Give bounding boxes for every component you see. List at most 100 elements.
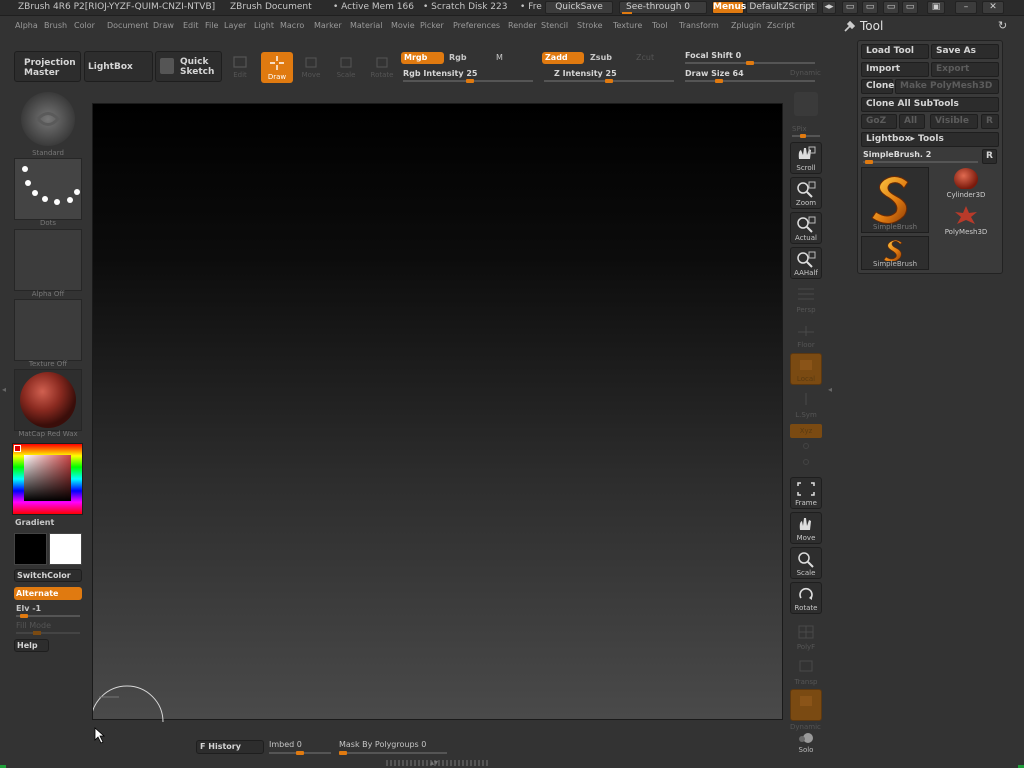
zsub-button[interactable]: Zsub [590,53,612,62]
mrgb-button[interactable]: Mrgb [401,52,444,64]
menu-item-draw[interactable]: Draw [153,21,174,30]
rotate-mode-button[interactable]: Rotate [368,55,396,81]
menu-item-document[interactable]: Document [107,21,148,30]
menu-item-brush[interactable]: Brush [44,21,67,30]
polyf-button[interactable]: PolyF [790,620,822,652]
alpha-thumbnail[interactable] [14,229,82,291]
focal-shift-knob[interactable] [746,61,754,65]
menu-item-render[interactable]: Render [508,21,536,30]
minimize-icon[interactable]: – [955,1,977,14]
right-tray-arrow-icon[interactable]: ◂ [828,385,832,394]
spix-slider[interactable] [792,135,820,137]
tool-slider[interactable] [863,161,978,163]
bpr-button[interactable] [790,90,822,118]
menu-item-tool[interactable]: Tool [652,21,668,30]
menu-item-alpha[interactable]: Alpha [15,21,38,30]
menu-item-file[interactable]: File [205,21,218,30]
color-picker[interactable] [12,443,83,515]
fill-mode-slider[interactable] [16,632,80,634]
arrow-left-right-icon[interactable]: ◂▸ [822,1,836,14]
menu-item-stroke[interactable]: Stroke [577,21,603,30]
all-button[interactable]: All [899,114,925,129]
m-button[interactable]: M [496,53,503,62]
default-zscript-button[interactable]: DefaultZScript [746,1,818,14]
lightbox-tools-button[interactable]: Lightbox▸ Tools [861,132,999,147]
draw-size-knob[interactable] [715,79,723,83]
menus-button[interactable]: Menus [712,1,746,14]
primary-color-swatch[interactable] [14,533,47,565]
lsym-button[interactable]: L.Sym [790,388,822,420]
menu-item-marker[interactable]: Marker [314,21,342,30]
scale-mode-button[interactable]: Scale [333,55,359,81]
fill-mode-knob[interactable] [33,631,41,635]
see-through-slider[interactable]: See-through 0 [619,1,707,14]
actual-button[interactable]: Actual [790,212,822,244]
dynamic-button[interactable]: Dynamic [790,69,821,77]
export-button[interactable]: Export [931,62,999,77]
alternate-button[interactable]: Alternate [14,587,82,600]
saturation-value-square[interactable] [24,455,71,501]
menu-item-macro[interactable]: Macro [280,21,304,30]
tool-item-simplebrush-small[interactable]: SimpleBrush [861,236,929,270]
rgb-button[interactable]: Rgb [449,53,467,62]
material-thumbnail[interactable] [14,369,82,431]
brush-thumbnail[interactable] [14,88,82,150]
floor-button[interactable]: Floor [790,318,822,350]
elv-knob[interactable] [20,614,28,618]
history-button[interactable]: F History [196,740,264,754]
secondary-color-swatch[interactable] [49,533,82,565]
rotate-axis-icon-2[interactable] [803,459,809,465]
mask-by-polygroups-knob[interactable] [339,751,347,755]
imbed-knob[interactable] [296,751,304,755]
quick-sketch-button[interactable]: Quick Sketch [155,51,222,82]
edit-mode-button[interactable]: Edit [227,55,253,81]
visible-button[interactable]: Visible [930,114,978,129]
solo-button[interactable]: Solo [793,732,819,754]
bottom-tray-arrow-icon[interactable]: ▴▾ [430,758,438,767]
menu-item-material[interactable]: Material [350,21,383,30]
menu-item-movie[interactable]: Movie [391,21,415,30]
projection-master-button[interactable]: Projection Master [14,51,81,82]
zoom-button[interactable]: Zoom [790,177,822,209]
make-polymesh-button[interactable]: Make PolyMesh3D [895,79,999,94]
persp-button[interactable]: Persp [790,283,822,315]
menu-item-transform[interactable]: Transform [679,21,719,30]
menu-item-light[interactable]: Light [254,21,274,30]
stroke-thumbnail[interactable] [14,158,82,220]
draw-size-slider[interactable] [685,80,815,82]
menu-item-zplugin[interactable]: Zplugin [731,21,761,30]
local-button[interactable]: Local [790,353,822,385]
menu-item-texture[interactable]: Texture [613,21,642,30]
menu-item-stencil[interactable]: Stencil [541,21,568,30]
tool-item-cylinder3d[interactable]: Cylinder3D [933,167,999,199]
mask-by-polygroups-slider[interactable] [339,752,447,754]
z-intensity-knob[interactable] [605,79,613,83]
move-mode-button[interactable]: Move [298,55,324,81]
menu-icon-1[interactable]: ▭ [842,1,858,14]
tool-slider-knob[interactable] [865,160,873,164]
help-button[interactable]: Help [14,639,49,652]
clone-all-subtools-button[interactable]: Clone All SubTools [861,97,999,112]
close-icon[interactable]: ✕ [982,1,1004,14]
scroll-button[interactable]: Scroll [790,142,822,174]
menu-item-layer[interactable]: Layer [224,21,246,30]
import-button[interactable]: Import [861,62,929,77]
zadd-button[interactable]: Zadd [542,52,584,64]
draw-mode-button[interactable]: Draw [261,52,293,83]
move-view-button[interactable]: Move [790,512,822,544]
scale-view-button[interactable]: Scale [790,547,822,579]
goz-r-button[interactable]: R [981,114,999,129]
goz-button[interactable]: GoZ [861,114,897,129]
transp-button[interactable]: Transp [790,655,822,687]
xyz-button[interactable]: Xyz [790,424,822,438]
aahalf-button[interactable]: AAHalf [790,247,822,279]
zcut-button[interactable]: Zcut [636,53,654,62]
menu-item-color[interactable]: Color [74,21,95,30]
quicksave-button[interactable]: QuickSave [545,1,613,14]
refresh-icon[interactable]: ↻ [998,19,1007,32]
menu-icon-2[interactable]: ▭ [862,1,878,14]
save-icon[interactable]: ▣ [927,1,945,14]
menu-item-zscript[interactable]: Zscript [767,21,795,30]
lightbox-button[interactable]: LightBox [84,51,153,82]
menu-item-preferences[interactable]: Preferences [453,21,500,30]
